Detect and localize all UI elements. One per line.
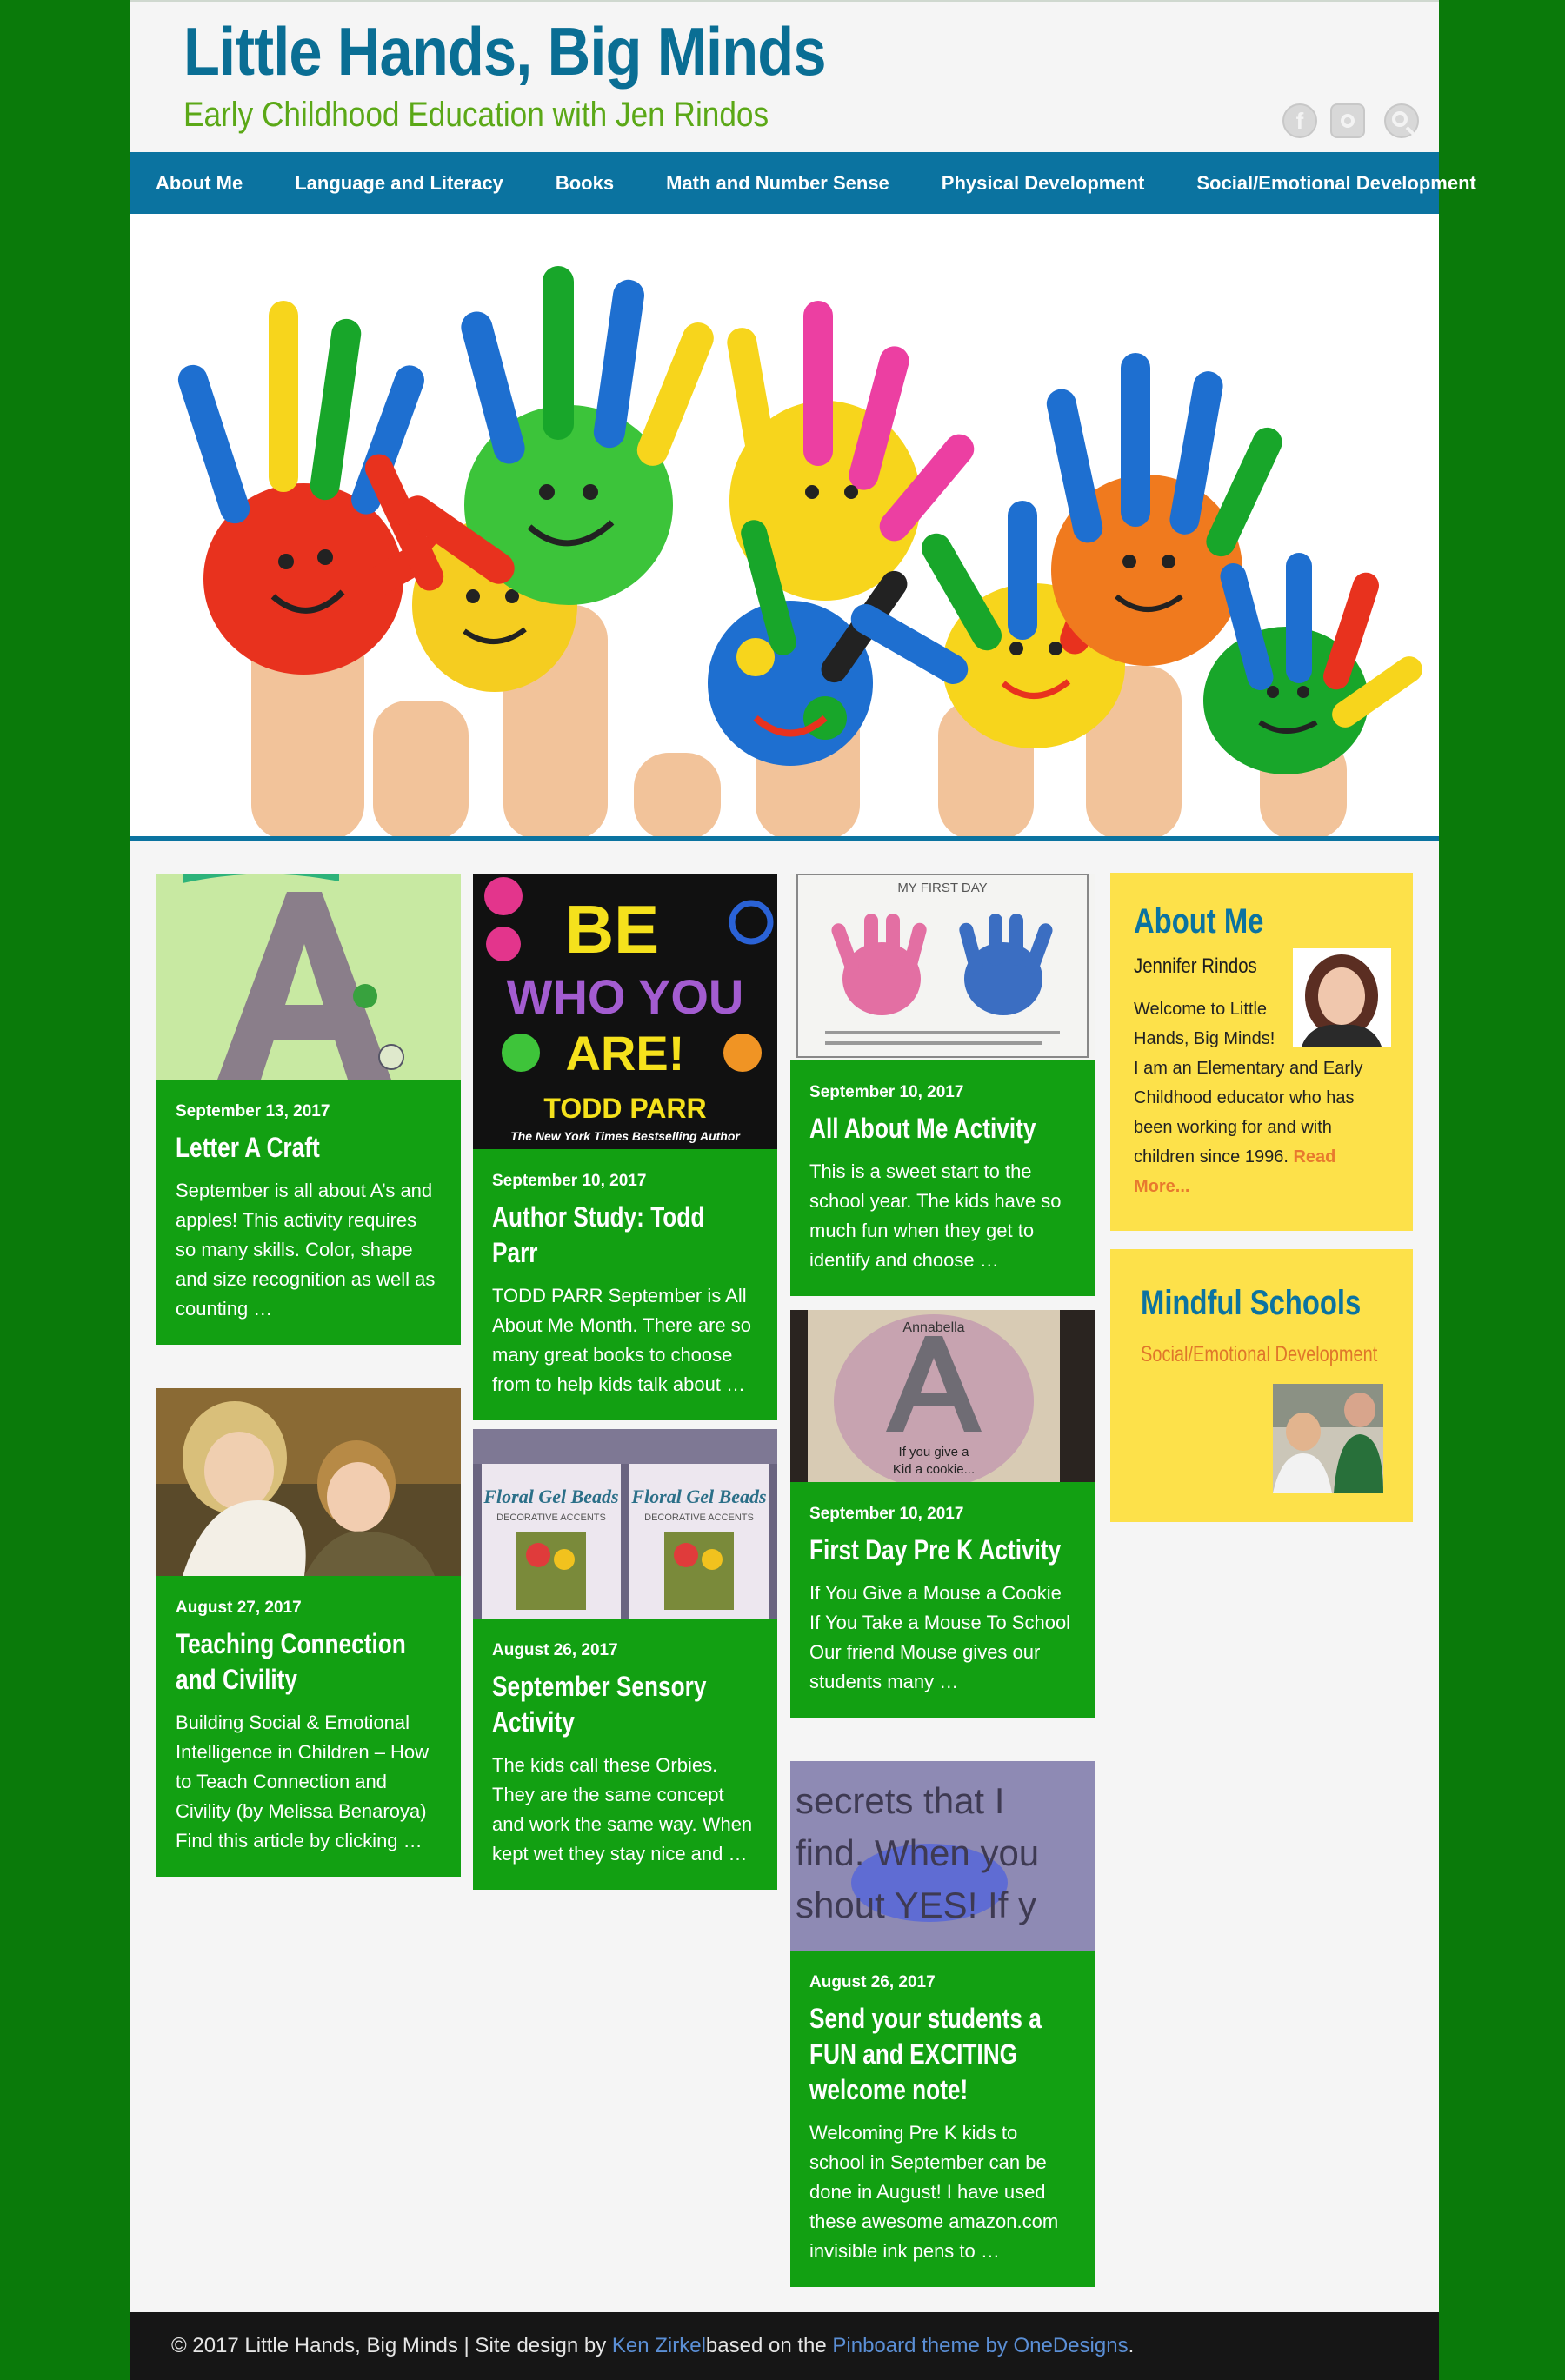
facebook-icon[interactable]: f <box>1282 103 1317 138</box>
post-date: August 26, 2017 <box>492 1641 618 1659</box>
site-header: Little Hands, Big Minds Early Childhood … <box>130 0 1439 152</box>
post-excerpt: TODD PARR September is All About Me Mont… <box>492 1285 751 1395</box>
post-card-welcome-note[interactable]: secrets that I find. When you shout YES!… <box>790 1761 1095 2287</box>
post-date: September 13, 2017 <box>176 1102 330 1120</box>
post-excerpt: If You Give a Mouse a Cookie If You Take… <box>809 1582 1071 1692</box>
mindful-schools-photo[interactable] <box>1273 1384 1383 1493</box>
book-cover-title-who-you: WHO YOU <box>507 969 744 1024</box>
instagram-icon[interactable] <box>1330 103 1365 138</box>
book-cover-author: TODD PARR <box>543 1093 706 1124</box>
footer-copyright: © 2017 Little Hands, Big Minds | Site de… <box>171 2334 607 2357</box>
post-date: September 10, 2017 <box>809 1505 964 1523</box>
post-card-letter-a-craft[interactable]: September 13, 2017 Letter A Craft Septem… <box>156 874 461 1345</box>
post-excerpt: Building Social & Emotional Intelligence… <box>176 1712 430 1851</box>
post-excerpt: This is a sweet start to the school year… <box>809 1160 1062 1271</box>
post-date: August 27, 2017 <box>176 1599 302 1617</box>
mindful-schools-category[interactable]: Social/Emotional Development <box>1141 1342 1377 1367</box>
post-card-all-about-me[interactable]: MY FIRST DAY September 10, 2017 All Abou… <box>790 874 1095 1296</box>
post-title[interactable]: First Day Pre K Activity <box>809 1532 1073 1568</box>
jar-label-left: Floral Gel Beads <box>483 1486 618 1507</box>
paper-caption-line1: If you give a <box>899 1445 970 1459</box>
footer-designer-link[interactable]: Ken Zirkel <box>612 2334 706 2358</box>
paper-caption-line2: Kid a cookie... <box>893 1462 975 1477</box>
book-cover-byline: The New York Times Bestselling Author <box>510 1129 741 1143</box>
post-thumbnail[interactable] <box>156 1388 461 1576</box>
nav-item-social-emotional[interactable]: Social/Emotional Development <box>1196 172 1476 195</box>
post-thumbnail[interactable] <box>156 874 461 1080</box>
mindful-schools-widget: Mindful Schools Social/Emotional Develop… <box>1110 1249 1413 1522</box>
post-title[interactable]: Author Study: Todd Parr <box>492 1200 756 1271</box>
site-tagline: Early Childhood Education with Jen Rindo… <box>183 96 769 134</box>
paper-name-label: Annabella <box>902 1320 964 1335</box>
about-me-title: About Me <box>1134 902 1264 941</box>
footer-suffix: . <box>1128 2334 1135 2357</box>
jar-label-right: Floral Gel Beads <box>630 1486 766 1507</box>
post-title[interactable]: All About Me Activity <box>809 1111 1073 1147</box>
post-card-todd-parr[interactable]: BE WHO YOU ARE! TODD PARR The New York T… <box>473 874 777 1420</box>
post-excerpt: September is all about A’s and apples! T… <box>176 1180 436 1320</box>
invisible-ink-line3: shout YES! If y <box>796 1885 1036 1925</box>
post-date: September 10, 2017 <box>809 1083 964 1101</box>
post-date: September 10, 2017 <box>492 1172 647 1190</box>
post-date: August 26, 2017 <box>809 1973 936 1991</box>
invisible-ink-line2: find. When you <box>796 1832 1039 1873</box>
post-title[interactable]: Teaching Connection and Civility <box>176 1626 439 1698</box>
post-title[interactable]: Send your students a FUN and EXCITING we… <box>809 2001 1073 2108</box>
hero-divider <box>130 836 1439 841</box>
book-cover-title-be: BE <box>565 891 659 967</box>
nav-item-language-literacy[interactable]: Language and Literacy <box>295 172 503 195</box>
book-cover-title-are: ARE! <box>566 1026 685 1080</box>
nav-item-math[interactable]: Math and Number Sense <box>666 172 889 195</box>
hero-image-painted-hands <box>130 214 1439 836</box>
post-thumbnail[interactable]: Floral Gel Beads Floral Gel Beads DECORA… <box>473 1429 777 1619</box>
jar-sublabel-left: DECORATIVE ACCENTS <box>496 1512 606 1523</box>
mindful-schools-title[interactable]: Mindful Schools <box>1141 1284 1361 1323</box>
page-container: Little Hands, Big Minds Early Childhood … <box>130 0 1476 2380</box>
author-name: Jennifer Rindos <box>1134 954 1257 978</box>
invisible-ink-line1: secrets that I <box>796 1780 1004 1821</box>
jar-sublabel-right: DECORATIVE ACCENTS <box>644 1512 754 1523</box>
about-me-welcome: Welcome to Little Hands, Big Minds! <box>1134 1000 1275 1048</box>
site-footer: © 2017 Little Hands, Big Minds | Site de… <box>130 2312 1439 2380</box>
handprint-sheet-heading: MY FIRST DAY <box>897 881 987 895</box>
main-nav: About Me Language and Literacy Books Mat… <box>130 152 1476 214</box>
about-me-widget: About Me Jennifer Rindos Welcome to Litt… <box>1110 873 1413 1231</box>
nav-item-about-me[interactable]: About Me <box>156 172 243 195</box>
post-thumbnail[interactable]: secrets that I find. When you shout YES!… <box>790 1761 1095 1951</box>
site-title[interactable]: Little Hands, Big Minds <box>183 12 827 91</box>
post-card-september-sensory[interactable]: Floral Gel Beads Floral Gel Beads DECORA… <box>473 1429 777 1890</box>
magnifier-glyph <box>1392 111 1408 127</box>
footer-theme-link[interactable]: Pinboard theme by OneDesigns <box>832 2334 1128 2358</box>
post-thumbnail[interactable]: Annabella If you give a Kid a cookie... <box>790 1310 1095 1482</box>
post-thumbnail[interactable]: BE WHO YOU ARE! TODD PARR The New York T… <box>473 874 777 1149</box>
post-excerpt: Welcoming Pre K kids to school in Septem… <box>809 2122 1059 2262</box>
post-title[interactable]: September Sensory Activity <box>492 1669 756 1740</box>
facebook-glyph: f <box>1295 107 1304 134</box>
nav-item-physical-development[interactable]: Physical Development <box>942 172 1145 195</box>
post-title[interactable]: Letter A Craft <box>176 1130 439 1166</box>
post-card-teaching-connection[interactable]: August 27, 2017 Teaching Connection and … <box>156 1388 461 1877</box>
instagram-lens <box>1341 114 1355 128</box>
nav-item-books[interactable]: Books <box>556 172 614 195</box>
footer-middle-text: based on the <box>705 2334 827 2357</box>
about-me-text: Welcome to Little Hands, Big Minds! I am… <box>1134 994 1395 1201</box>
search-icon[interactable] <box>1384 103 1419 138</box>
post-card-first-day-pre-k[interactable]: Annabella If you give a Kid a cookie... … <box>790 1310 1095 1718</box>
post-thumbnail[interactable]: MY FIRST DAY <box>790 874 1095 1060</box>
post-excerpt: The kids call these Orbies. They are the… <box>492 1754 753 1865</box>
